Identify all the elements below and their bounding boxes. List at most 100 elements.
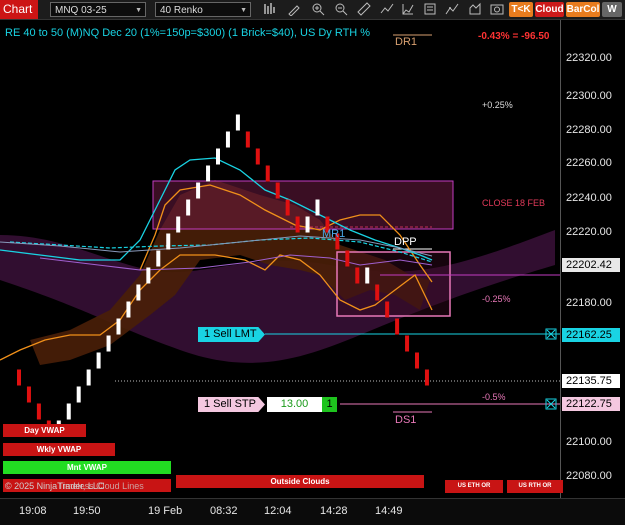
x-tick: 19:08 (19, 505, 47, 517)
renko-brick (225, 131, 230, 148)
sell-stp-order[interactable]: 1 Sell STP (198, 397, 265, 412)
renko-brick (305, 216, 310, 233)
renko-brick (186, 199, 191, 216)
x-tick: 14:28 (320, 505, 348, 517)
x-tick: 19 Feb (148, 505, 183, 517)
current-price-box: 22202.42 (562, 258, 620, 272)
outside-clouds-label: Outside Clouds (176, 475, 424, 488)
renko-brick (315, 199, 320, 216)
price-axis-line (560, 20, 561, 498)
renko-brick (86, 369, 91, 386)
y-tick: 22100.00 (566, 436, 612, 448)
renko-brick (424, 369, 429, 386)
y-tick: 22180.00 (566, 297, 612, 309)
y-tick: 22240.00 (566, 192, 612, 204)
x-tick: 08:32 (210, 505, 238, 517)
renko-brick (245, 131, 250, 148)
renko-brick (76, 386, 81, 403)
renko-brick (365, 267, 370, 284)
renko-brick (405, 335, 410, 352)
mnt-vwap-label: Mnt VWAP (3, 461, 171, 474)
renko-brick (235, 114, 240, 131)
period-selector[interactable]: 40 Renko ▼ (155, 2, 251, 17)
renko-brick (146, 267, 151, 284)
zoom-out-icon[interactable] (334, 2, 348, 16)
close-18-feb-label: CLOSE 18 FEB (482, 198, 546, 208)
renko-brick (136, 284, 141, 301)
ds1-label: DS1 (395, 414, 417, 426)
day-vwap-label: Day VWAP (3, 424, 86, 437)
period-label: 40 Renko (160, 5, 203, 16)
y-tick: 22220.00 (566, 226, 612, 238)
renko-brick (126, 301, 131, 318)
renko-brick (156, 250, 161, 267)
renko-brick (375, 284, 380, 301)
sell-lmt-order[interactable]: 1 Sell LMT (198, 327, 265, 342)
y-tick: 22280.00 (566, 124, 612, 136)
renko-brick (345, 250, 350, 267)
stp-price-field[interactable]: 13.00 (267, 397, 322, 412)
x-tick: 19:50 (73, 505, 101, 517)
wkly-vwap-label: Wkly VWAP (3, 443, 115, 456)
renko-brick (255, 148, 260, 165)
data-box-icon[interactable] (445, 2, 459, 16)
sell-stp-price-box[interactable]: 22122.75 (562, 397, 620, 411)
sell-lmt-price-box[interactable]: 22162.25 (562, 328, 620, 342)
barcol-button[interactable]: BarCol (566, 2, 600, 17)
plus-025-label: +0.25% (482, 100, 513, 110)
renko-brick (116, 318, 121, 335)
dr1-label: DR1 (395, 36, 418, 48)
renko-brick (275, 182, 280, 199)
x-tick: 14:49 (375, 505, 403, 517)
chevron-down-icon: ▼ (240, 7, 247, 14)
renko-brick (166, 233, 171, 250)
screenshot-icon[interactable] (490, 2, 504, 16)
chart-toolbar: Chart MNQ 03-25 ▼ 40 Renko ▼ T<K Cloud Bar… (0, 0, 625, 20)
renko-brick (196, 182, 201, 199)
cloud-button[interactable]: Cloud (535, 2, 564, 17)
renko-brick (96, 352, 101, 369)
zoom-in-icon[interactable] (311, 2, 325, 16)
instrument-selector[interactable]: MNQ 03-25 ▼ (50, 2, 146, 17)
x-tick: 12:04 (264, 505, 292, 517)
bar-style-icon[interactable] (262, 2, 276, 16)
ruler-icon[interactable] (357, 2, 371, 16)
renko-brick (17, 369, 21, 386)
renko-brick (355, 267, 360, 284)
us-eth-or-label: US ETH OR (445, 480, 503, 493)
y-tick: 22300.00 (566, 90, 612, 102)
renko-brick (265, 165, 270, 182)
y-tick: 22320.00 (566, 52, 612, 64)
chevron-down-icon: ▼ (135, 7, 142, 14)
tk-button[interactable]: T<K (509, 2, 533, 17)
renko-brick (395, 318, 400, 335)
minus-025-label: -0.25% (482, 294, 511, 304)
renko-brick (106, 335, 111, 352)
timeless-cloud-lines-text: Timeless Cloud Lines (58, 481, 144, 491)
renko-brick (295, 216, 300, 233)
last-price-box: 22135.75 (562, 374, 620, 388)
renko-brick (415, 352, 419, 369)
chart-tab[interactable]: Chart (0, 0, 38, 19)
pct-change: -0.43% = -96.50 (478, 31, 550, 42)
strategy-icon[interactable] (401, 2, 415, 16)
template-icon[interactable] (468, 2, 482, 16)
minus-05-label: -0.5% (482, 392, 506, 402)
y-tick: 22080.00 (566, 470, 612, 482)
us-rth-or-label: US RTH OR (507, 480, 563, 493)
draw-icon[interactable] (287, 2, 301, 16)
renko-brick (36, 403, 41, 420)
renko-brick (26, 386, 31, 403)
instrument-label: MNQ 03-25 (55, 5, 107, 16)
indicators-icon[interactable] (380, 2, 394, 16)
mr1-label: MR1 (322, 228, 346, 240)
window-button[interactable]: W (602, 2, 622, 17)
renko-brick (206, 165, 211, 182)
renko-brick (385, 301, 390, 318)
chart-header: RE 40 to 50 (M)NQ Dec 20 (1%=150p=$300) … (5, 27, 371, 39)
renko-brick (216, 148, 220, 165)
renko-brick (176, 216, 181, 233)
order-qty[interactable]: 1 (322, 397, 337, 412)
y-tick: 22260.00 (566, 157, 612, 169)
properties-icon[interactable] (423, 2, 437, 16)
